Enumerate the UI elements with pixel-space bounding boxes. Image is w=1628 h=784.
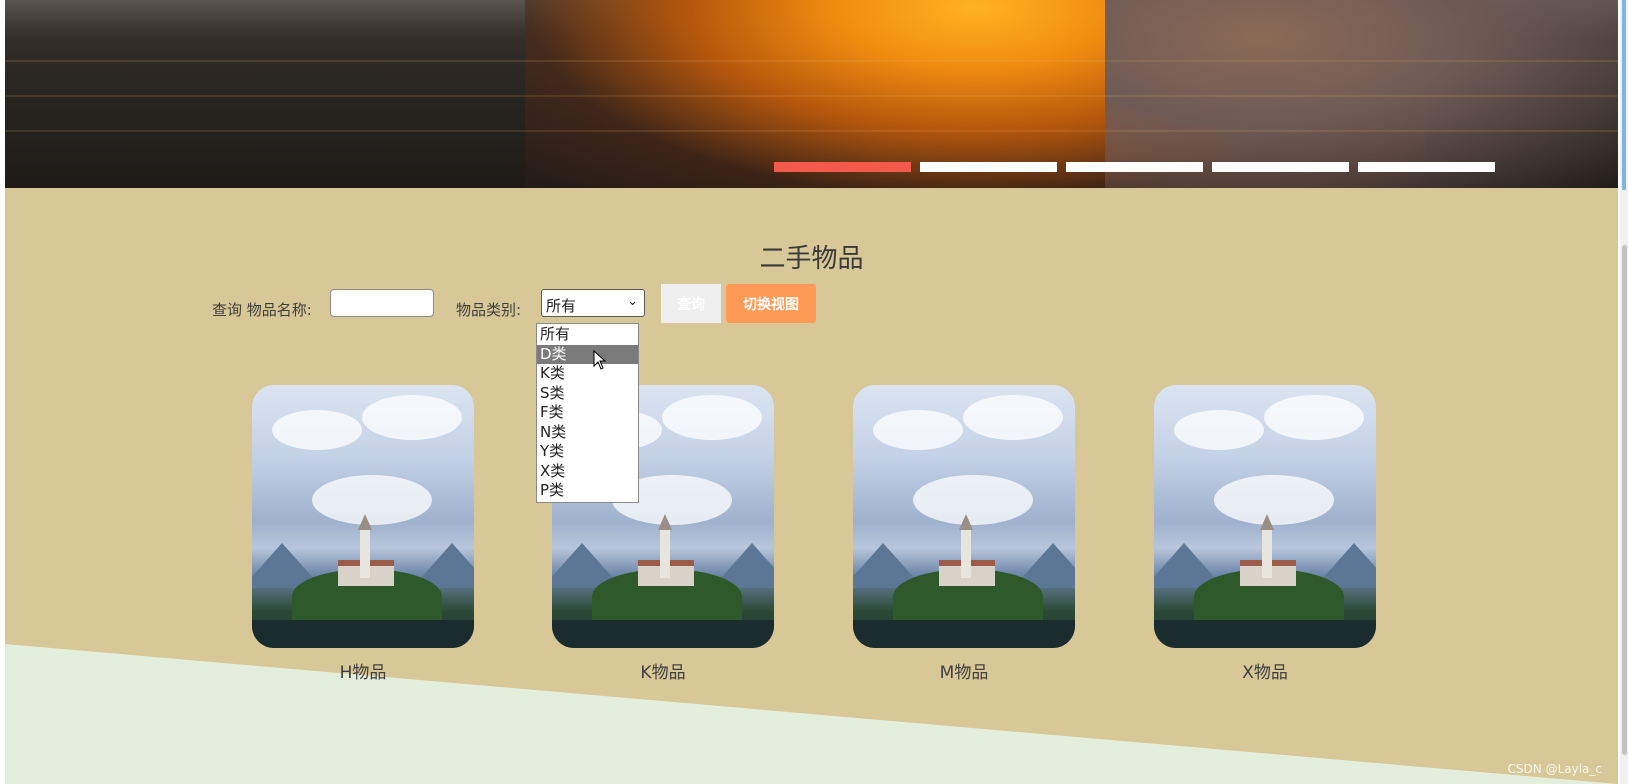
castle-lake-image[interactable]: [1154, 385, 1376, 648]
items-section: 二手物品 查询 物品名称: 物品类别: 所有 ⌄ 查询 切换视图 H物品 K物品…: [5, 188, 1618, 784]
category-option[interactable]: S类: [537, 384, 638, 404]
category-select[interactable]: 所有 ⌄: [541, 289, 645, 317]
castle-lake-image[interactable]: [853, 385, 1075, 648]
item-card[interactable]: M物品: [853, 385, 1075, 683]
castle-lake-image[interactable]: [252, 385, 474, 648]
carousel-indicator-1[interactable]: [774, 162, 911, 172]
lake-water: [853, 620, 1075, 648]
water-ripple: [5, 60, 1618, 62]
lake-water: [1154, 620, 1376, 648]
query-button[interactable]: 查询: [661, 284, 721, 323]
cloud: [873, 410, 963, 450]
cloud: [913, 475, 1033, 525]
church-tower: [658, 514, 672, 578]
page-scrollbar[interactable]: [1620, 0, 1628, 784]
page: 二手物品 查询 物品名称: 物品类别: 所有 ⌄ 查询 切换视图 H物品 K物品…: [0, 0, 1628, 784]
water-ripple: [5, 130, 1618, 132]
lake-water: [252, 620, 474, 648]
section-title: 二手物品: [759, 244, 864, 274]
item-name[interactable]: K物品: [552, 658, 774, 683]
switch-view-button[interactable]: 切换视图: [726, 284, 816, 323]
items-grid: H物品 K物品 M物品 X物品: [5, 385, 1618, 685]
category-dropdown-list: 所有 D类 K类 S类 F类 N类 Y类 X类 P类: [536, 323, 639, 503]
church-tower: [959, 514, 973, 578]
cloud: [1214, 475, 1334, 525]
carousel-indicator-3[interactable]: [1066, 162, 1203, 172]
item-card[interactable]: H物品: [252, 385, 474, 683]
cloud: [1174, 410, 1264, 450]
cloud: [362, 395, 462, 440]
cloud: [1264, 395, 1364, 440]
mouse-cursor-icon: [593, 350, 607, 370]
scrollbar-thumb[interactable]: [1622, 245, 1627, 755]
lake-water: [552, 620, 774, 648]
watermark: CSDN @Layla_c: [1507, 762, 1602, 776]
cloud: [312, 475, 432, 525]
category-label: 物品类别:: [456, 301, 522, 319]
cloud: [272, 410, 362, 450]
category-option[interactable]: P类: [537, 481, 638, 501]
carousel-indicator-4[interactable]: [1212, 162, 1349, 172]
item-name-label: 查询 物品名称:: [212, 301, 312, 319]
category-option[interactable]: K类: [537, 364, 638, 384]
cloud: [662, 395, 762, 440]
banner-sky-reflection: [1105, 0, 1618, 188]
water-ripple: [5, 95, 1618, 97]
item-name-input[interactable]: [330, 289, 434, 317]
category-selected-value: 所有: [546, 297, 577, 315]
carousel-indicator-5[interactable]: [1358, 162, 1495, 172]
item-name[interactable]: X物品: [1154, 658, 1376, 683]
hero-banner-carousel[interactable]: [5, 0, 1618, 188]
category-option[interactable]: F类: [537, 403, 638, 423]
scrollbar-accent: [1622, 0, 1626, 190]
church-tower: [1260, 514, 1274, 578]
category-option[interactable]: 所有: [537, 325, 638, 345]
item-name[interactable]: M物品: [853, 658, 1075, 683]
carousel-indicator-2[interactable]: [920, 162, 1057, 172]
cloud: [963, 395, 1063, 440]
chevron-down-icon: ⌄: [627, 294, 638, 309]
category-option[interactable]: Y类: [537, 442, 638, 462]
category-option[interactable]: X类: [537, 462, 638, 482]
church-tower: [358, 514, 372, 578]
category-option[interactable]: D类: [537, 344, 638, 364]
item-name[interactable]: H物品: [252, 658, 474, 683]
category-option[interactable]: N类: [537, 423, 638, 443]
carousel-indicators: [774, 162, 1495, 172]
item-card[interactable]: X物品: [1154, 385, 1376, 683]
